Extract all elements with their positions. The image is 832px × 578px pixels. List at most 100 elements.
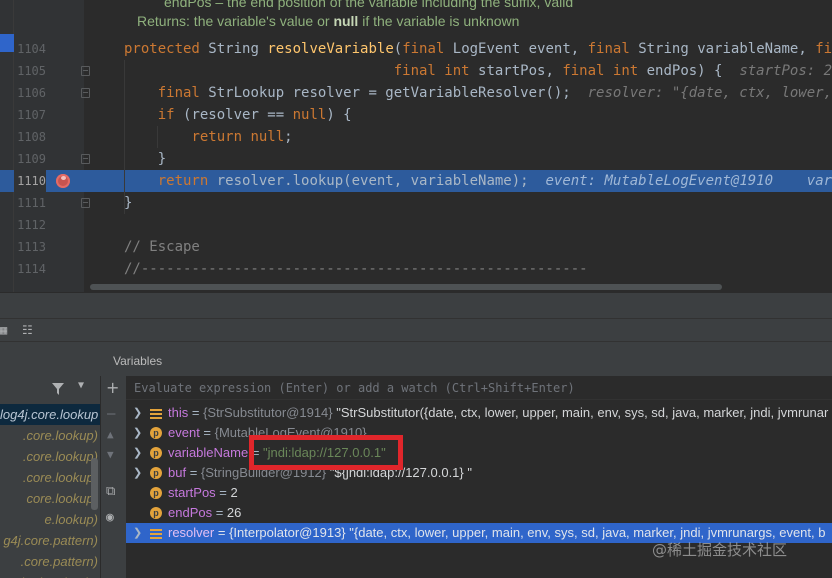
expand-chevron-icon[interactable]: ❯ <box>133 403 143 423</box>
javadoc-line-returns: Returns: the variable's value or null if… <box>137 13 519 29</box>
variable-row-event[interactable]: ❯ p event = {MutableLogEvent@1910} <box>126 423 832 443</box>
code-text: } <box>124 148 166 170</box>
line-number[interactable]: 1112 <box>14 214 46 236</box>
stack-frame-item[interactable]: log4j.core.lookup <box>0 404 100 425</box>
variable-row-endpos[interactable]: p endPos = 26 <box>126 503 832 523</box>
frames-layout-icon[interactable]: ▦ <box>0 324 12 336</box>
line-number[interactable]: 1106 <box>14 82 46 104</box>
evaluate-expression-input[interactable] <box>134 379 824 397</box>
stack-frame-item[interactable]: .core.lookup) <box>0 467 100 488</box>
add-watch-icon[interactable]: + <box>106 378 119 397</box>
code-line[interactable]: 1113 // Escape <box>0 236 832 258</box>
stack-frame-item[interactable]: .core.lookup) <box>0 425 100 446</box>
code-editor[interactable]: endPos – the end position of the variabl… <box>0 0 832 292</box>
keyword-token: final <box>157 85 209 101</box>
line-number[interactable]: 1108 <box>14 126 46 148</box>
stack-frame-item[interactable]: core.lookup) <box>0 488 100 509</box>
equals-sign: = <box>188 405 204 420</box>
variable-text: startPos = 2 <box>168 483 238 503</box>
code-line[interactable]: 1104 protected String resolveVariable(fin… <box>0 38 832 60</box>
line-number[interactable]: 1111 <box>14 192 46 214</box>
variable-row-this[interactable]: ❯ this = {StrSubstitutor@1914} "StrSubsti… <box>126 403 832 423</box>
variable-name: event <box>168 425 200 440</box>
javadoc-line-params: endPos – the end position of the variabl… <box>124 0 573 10</box>
expand-chevron-icon[interactable]: ❯ <box>133 423 143 443</box>
line-number[interactable]: 1114 <box>14 258 46 280</box>
fold-marker-icon[interactable] <box>81 198 90 208</box>
view-icon[interactable]: ◉ <box>106 510 114 525</box>
equals-sign: = <box>212 505 227 520</box>
code-token: LogEvent event, <box>452 41 588 57</box>
code-token: endPos) { <box>646 63 740 79</box>
threads-layout-icon[interactable]: ☷ <box>22 324 34 336</box>
inline-debug-value: event: MutableLogEvent@1910 variable <box>545 173 832 189</box>
expand-chevron-icon[interactable]: ❯ <box>133 463 143 483</box>
javadoc-returns-prefix: Returns: the variable's value or <box>137 13 334 29</box>
code-token: String variableName, <box>638 41 816 57</box>
keyword-token: final int <box>393 63 479 79</box>
expand-chevron-icon[interactable]: ❯ <box>133 523 143 543</box>
variable-name: startPos <box>168 485 216 500</box>
code-token: ; <box>284 129 293 145</box>
code-token: resolver.lookup(event, variableName); <box>216 173 546 189</box>
line-number[interactable]: 1104 <box>14 38 46 60</box>
code-text: final StrLookup resolver = getVariableRe… <box>124 82 832 104</box>
variable-row-startpos[interactable]: p startPos = 2 <box>126 483 832 503</box>
variable-value: "StrSubstitutor({date, ctx, lower, upper… <box>336 405 829 420</box>
keyword-token: protected <box>124 41 209 57</box>
variable-type: {Interpolator@1913} <box>229 525 350 540</box>
variable-name: resolver <box>168 525 215 540</box>
variable-type: {StrSubstitutor@1914} <box>203 405 337 420</box>
move-up-icon[interactable]: ▲ <box>107 428 114 441</box>
remove-watch-icon[interactable]: – <box>107 406 115 422</box>
code-text: return resolver.lookup(event, variableNa… <box>124 170 832 192</box>
stack-frame-item[interactable]: .core.pattern) <box>0 551 100 572</box>
variable-name: this <box>168 405 189 420</box>
inline-debug-value: resolver: "{date, ctx, lower, upp <box>587 85 832 101</box>
equals-sign: = <box>215 485 231 500</box>
stack-frame-item[interactable]: e.lookup) <box>0 509 100 530</box>
indent-guide <box>157 126 158 148</box>
watermark: @稀土掘金技术社区 <box>652 541 788 559</box>
keyword-token: return null <box>191 129 285 145</box>
copy-icon[interactable]: ⧉ <box>106 484 115 499</box>
stack-frame-item[interactable]: g4j.core.pattern) <box>0 530 100 551</box>
code-line[interactable]: 1112 <box>0 214 832 236</box>
fold-marker-icon[interactable] <box>81 66 90 76</box>
variable-row-buf[interactable]: ❯ p buf = {StringBuilder@1912} "${jndi:lda… <box>126 463 832 483</box>
editor-horizontal-scrollbar[interactable] <box>90 284 722 290</box>
code-token: StrLookup resolver = getVariableResolver… <box>208 85 588 101</box>
frames-scrollbar[interactable] <box>91 458 98 510</box>
editor-panel-splitter[interactable] <box>0 292 832 318</box>
fold-marker-icon[interactable] <box>81 154 90 164</box>
field-list-icon <box>150 527 162 539</box>
filter-icon[interactable] <box>52 380 64 395</box>
code-line[interactable]: 1114 //----------------------------------… <box>0 258 832 280</box>
variable-name: endPos <box>168 505 213 520</box>
breakpoint-icon[interactable] <box>56 174 70 188</box>
line-number[interactable]: 1110 <box>14 170 46 192</box>
fold-marker-icon[interactable] <box>81 88 90 98</box>
comment-token: //--------------------------------------… <box>124 261 588 277</box>
variable-value: 2 <box>230 485 238 500</box>
evaluate-bar <box>126 376 832 400</box>
inline-debug-value: startPos: 2 <box>739 63 832 79</box>
code-token: ( <box>393 41 403 57</box>
expand-chevron-icon[interactable]: ❯ <box>133 443 143 463</box>
stack-frame-item[interactable]: pache.logging.log <box>0 572 100 578</box>
move-down-icon[interactable]: ▼ <box>107 448 114 461</box>
variable-row-variablename[interactable]: ❯ p variableName = "jndi:ldap://127.0.0.1" <box>126 443 832 463</box>
javadoc-returns-suffix: if the variable is unknown <box>358 13 520 29</box>
line-number[interactable]: 1105 <box>14 60 46 82</box>
line-number[interactable]: 1109 <box>14 148 46 170</box>
keyword-token: if <box>157 107 184 123</box>
variable-name: variableName <box>168 445 249 460</box>
code-token: ) { <box>326 107 352 123</box>
stack-frame-item[interactable]: .core.lookup) <box>0 446 100 467</box>
line-number[interactable]: 1107 <box>14 104 46 126</box>
line-number[interactable]: 1113 <box>14 236 46 258</box>
frames-dropdown-icon[interactable]: ▼ <box>78 380 84 391</box>
variables-toolbar: + – ▲ ▼ ⧉ ◉ <box>100 342 126 578</box>
